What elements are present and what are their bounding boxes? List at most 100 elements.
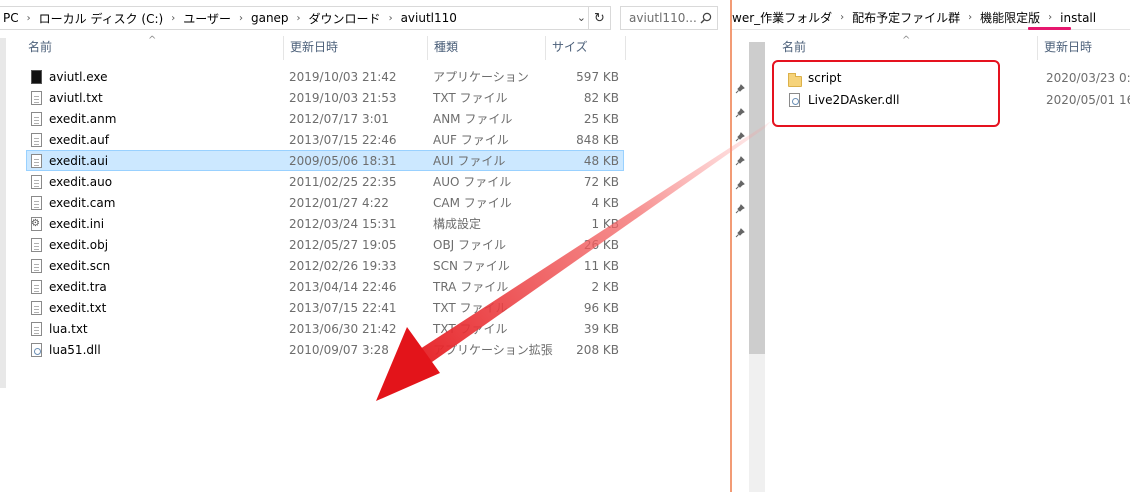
chevron-right-icon[interactable]: › [166,13,180,24]
file-row[interactable]: lua.txt 2013/06/30 21:42 TXT ファイル 39 KB [26,318,624,339]
file-name: exedit.auo [49,175,113,189]
pin-icon[interactable] [735,132,745,142]
file-list: aviutl.exe 2019/10/03 21:42 アプリケーション 597 KB… [26,66,624,360]
file-row[interactable]: aviutl.exe 2019/10/03 21:42 アプリケーション 597 KB [26,66,624,87]
file-size: 25 KB [583,112,619,126]
refresh-icon[interactable]: ↻ [588,7,610,29]
search-input[interactable]: aviutl110... [620,6,718,30]
file-size: 26 KB [583,238,619,252]
breadcrumb-distribution-files[interactable]: 配布予定ファイル群 [849,9,963,26]
file-date: 2013/06/30 21:42 [289,322,397,336]
right-scrollbar[interactable] [749,42,765,492]
file-icon [31,280,45,295]
file-size: 39 KB [583,322,619,336]
column-header-date[interactable]: 更新日時 [1038,36,1130,60]
file-date: 2012/01/27 4:22 [289,196,389,210]
file-size: 597 KB [576,70,619,84]
breadcrumb-pc[interactable]: PC [0,11,22,25]
file-date: 2011/02/25 22:35 [289,175,397,189]
file-date: 2012/02/26 19:33 [289,259,397,273]
pin-icon[interactable] [735,180,745,190]
chevron-right-icon[interactable]: › [835,12,849,23]
file-date: 2019/10/03 21:42 [289,70,397,84]
file-name: exedit.txt [49,301,107,315]
right-explorer-pane: wer_作業フォルダ › 配布予定ファイル群 › 機能限定版 › install… [732,0,1130,492]
chevron-right-icon[interactable]: › [384,13,398,24]
chevron-right-icon[interactable]: › [234,13,248,24]
breadcrumb-install[interactable]: install [1057,11,1099,25]
pin-icon[interactable] [735,156,745,166]
column-header-size[interactable]: サイズ [546,36,626,60]
file-date: 2020/03/23 0: [1046,71,1130,85]
file-row[interactable]: lua51.dll 2010/09/07 3:28 アプリケーション拡張 208 KB [26,339,624,360]
file-row[interactable]: exedit.auo 2011/02/25 22:35 AUO ファイル 72 KB [26,171,624,192]
sort-up-icon: ^ [902,35,911,46]
file-row[interactable]: exedit.txt 2013/07/15 22:41 TXT ファイル 96 KB [26,297,624,318]
pin-icon[interactable] [735,204,745,214]
chevron-right-icon[interactable]: › [1043,12,1057,23]
column-header-date[interactable]: 更新日時 [284,36,428,60]
column-header-date-label: 更新日時 [1044,40,1093,54]
breadcrumb-users[interactable]: ユーザー [180,10,234,27]
highlight-box-annotation [772,60,1000,127]
file-type: ANM ファイル [433,112,513,126]
column-header-date-label: 更新日時 [290,40,339,54]
pin-icon[interactable] [735,84,745,94]
file-date: 2012/05/27 19:05 [289,238,397,252]
file-row[interactable]: exedit.scn 2012/02/26 19:33 SCN ファイル 11 KB [26,255,624,276]
breadcrumb-work-folder[interactable]: wer_作業フォルダ [732,9,835,26]
file-name: exedit.ini [49,217,105,231]
file-date: 2012/03/24 15:31 [289,217,397,231]
breadcrumb-local-disk[interactable]: ローカル ディスク (C:) [36,10,167,27]
scrollbar-thumb[interactable] [749,42,765,354]
file-type: TRA ファイル [433,280,509,294]
chevron-right-icon[interactable]: › [292,13,306,24]
chevron-down-icon[interactable]: ⌄ [577,11,586,24]
column-header-name[interactable]: 名前 ^ [776,35,1038,60]
file-row[interactable]: exedit.aui 2009/05/06 18:31 AUI ファイル 48 KB [26,150,624,171]
file-icon [31,196,45,211]
left-scrollbar[interactable] [0,38,6,388]
file-icon [31,133,45,148]
file-type: AUF ファイル [433,133,509,147]
file-type: SCN ファイル [433,259,510,273]
settings-file-icon [31,213,45,234]
file-type: TXT ファイル [433,322,508,336]
breadcrumb-user[interactable]: ganep [248,11,292,25]
file-icon [31,112,45,127]
column-header-row-right: 名前 ^ 更新日時 [776,35,1130,60]
chevron-right-icon[interactable]: › [22,13,36,24]
pin-icon[interactable] [735,108,745,118]
breadcrumb-current-folder[interactable]: aviutl110 [398,11,460,25]
file-date: 2010/09/07 3:28 [289,343,389,357]
file-row[interactable]: exedit.obj 2012/05/27 19:05 OBJ ファイル 26 KB [26,234,624,255]
chevron-right-icon[interactable]: › [963,12,977,23]
file-type: OBJ ファイル [433,238,507,252]
breadcrumb-limited-edition[interactable]: 機能限定版 [977,9,1043,26]
file-type: TXT ファイル [433,91,508,105]
file-type: CAM ファイル [433,196,512,210]
file-date: 2019/10/03 21:53 [289,91,397,105]
search-icon[interactable] [700,12,712,24]
pin-icon[interactable] [735,228,745,238]
file-name: exedit.auf [49,133,109,147]
file-size: 4 KB [591,196,619,210]
column-header-name[interactable]: 名前 ^ [22,35,284,60]
text-file-icon [31,91,45,106]
file-row[interactable]: aviutl.txt 2019/10/03 21:53 TXT ファイル 82 KB [26,87,624,108]
file-row[interactable]: exedit.anm 2012/07/17 3:01 ANM ファイル 25 KB [26,108,624,129]
file-row[interactable]: exedit.cam 2012/01/27 4:22 CAM ファイル 4 KB [26,192,624,213]
file-date: 2012/07/17 3:01 [289,112,389,126]
address-bar[interactable]: PC › ローカル ディスク (C:) › ユーザー › ganep › ダウン… [0,6,611,30]
file-name: exedit.anm [49,112,117,126]
column-header-type[interactable]: 種類 [428,36,546,60]
file-date: 2009/05/06 18:31 [289,154,397,168]
file-name: aviutl.exe [49,70,108,84]
file-row[interactable]: exedit.auf 2013/07/15 22:46 AUF ファイル 848 KB [26,129,624,150]
file-size: 1 KB [591,217,619,231]
file-row[interactable]: exedit.tra 2013/04/14 22:46 TRA ファイル 2 KB [26,276,624,297]
file-name: exedit.obj [49,238,109,252]
file-row[interactable]: exedit.ini 2012/03/24 15:31 構成設定 1 KB [26,213,624,234]
breadcrumb-downloads[interactable]: ダウンロード [306,10,384,27]
sort-up-icon: ^ [148,35,157,46]
